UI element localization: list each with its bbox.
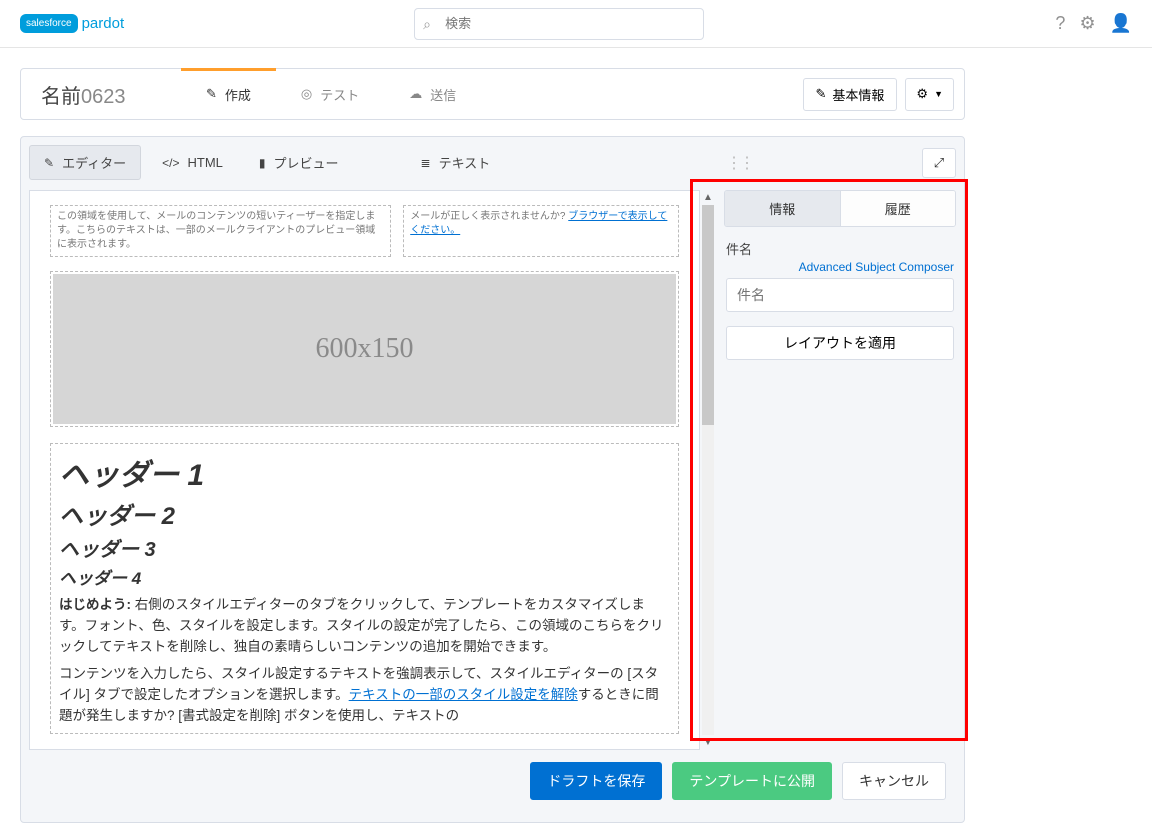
tool-html[interactable]: </> HTML xyxy=(147,147,238,178)
browser-view-region[interactable]: メールが正しく表示されませんか? ブラウザーで表示してください。 xyxy=(403,205,679,257)
compose-icon: ✎ xyxy=(206,86,217,102)
step-test-label: テスト xyxy=(320,85,359,104)
search-icon: ⌕ xyxy=(423,16,431,33)
unstyle-text-link[interactable]: テキストの一部のスタイル設定を解除 xyxy=(349,687,578,702)
scroll-track[interactable] xyxy=(702,205,714,735)
tool-preview[interactable]: ▮ プレビュー xyxy=(244,145,354,180)
pane-resize-handle[interactable]: ⋮⋮ xyxy=(718,153,760,173)
code-icon: </> xyxy=(162,156,179,170)
apply-layout-button[interactable]: レイアウトを適用 xyxy=(726,326,954,360)
tool-text-label: テキスト xyxy=(439,153,491,172)
subject-input[interactable] xyxy=(726,278,954,312)
topbar: salesforce pardot ⌕ ? ⚙ 👤 xyxy=(0,0,1152,48)
heading-1: ヘッダー 1 xyxy=(59,450,670,494)
tool-row: ✎ エディター </> HTML ▮ プレビュー ≣ テキスト ⋮⋮ ⤢ xyxy=(29,145,956,180)
p1-lead: はじめよう: xyxy=(59,597,131,612)
expand-button[interactable]: ⤢ xyxy=(922,148,956,178)
action-header: 名前0623 ✎ 作成 ◎ テスト ☁ 送信 ✎ 基本情報 ⚙ ▼ xyxy=(20,68,965,120)
search-input[interactable] xyxy=(414,8,704,40)
editor-icon: ✎ xyxy=(44,156,54,170)
heading-3: ヘッダー 3 xyxy=(59,533,670,562)
tool-html-label: HTML xyxy=(188,155,223,170)
workspace-panel: ✎ エディター </> HTML ▮ プレビュー ≣ テキスト ⋮⋮ ⤢ xyxy=(20,136,965,823)
subject-label: 件名 xyxy=(726,239,954,258)
pencil-icon: ✎ xyxy=(816,86,827,102)
body-text-region[interactable]: ヘッダー 1 ヘッダー 2 ヘッダー 3 ヘッダー 4 はじめよう: 右側のスタ… xyxy=(50,443,679,734)
heading-2: ヘッダー 2 xyxy=(59,496,670,531)
side-tabs: 情報 履歴 xyxy=(724,190,956,227)
settings-gear-icon[interactable]: ⚙ xyxy=(1079,13,1095,34)
scroll-thumb[interactable] xyxy=(702,205,714,425)
body-paragraph-1: はじめよう: 右側のスタイルエディターのタブをクリックして、テンプレートをカスタ… xyxy=(59,595,670,658)
step-compose-label: 作成 xyxy=(225,85,251,104)
top-right-icons: ? ⚙ 👤 xyxy=(1055,13,1132,34)
header-actions: ✎ 基本情報 ⚙ ▼ xyxy=(803,78,965,111)
footer-actions: ドラフトを保存 テンプレートに公開 キャンセル xyxy=(29,750,956,814)
test-icon: ◎ xyxy=(301,86,312,102)
step-compose[interactable]: ✎ 作成 xyxy=(181,69,276,119)
step-test[interactable]: ◎ テスト xyxy=(276,69,384,119)
tool-preview-label: プレビュー xyxy=(274,153,339,172)
tool-editor-label: エディター xyxy=(62,153,126,172)
hero-placeholder: 600x150 xyxy=(53,274,676,424)
scroll-down-arrow[interactable]: ▼ xyxy=(703,737,713,748)
send-icon: ☁ xyxy=(409,86,422,102)
tool-text[interactable]: ≣ テキスト xyxy=(406,145,506,180)
publish-template-button[interactable]: テンプレートに公開 xyxy=(672,762,832,800)
hero-image-region[interactable]: 600x150 xyxy=(50,271,679,427)
global-search: ⌕ xyxy=(414,8,704,40)
user-icon[interactable]: 👤 xyxy=(1110,13,1132,34)
teaser-text-region[interactable]: この領域を使用して、メールのコンテンツの短いティーザーを指定します。こちらのテキ… xyxy=(50,205,391,257)
advanced-subject-link[interactable]: Advanced Subject Composer xyxy=(726,260,954,274)
file-icon: ▮ xyxy=(259,156,266,170)
gear-icon: ⚙ xyxy=(916,86,928,102)
settings-dropdown-button[interactable]: ⚙ ▼ xyxy=(905,78,954,111)
caret-down-icon: ▼ xyxy=(934,89,943,99)
page-title: 名前0623 xyxy=(21,80,181,109)
product-name: pardot xyxy=(82,15,125,32)
browser-view-lead: メールが正しく表示されませんか? xyxy=(410,211,568,222)
expand-icon: ⤢ xyxy=(934,155,944,171)
title-suffix: 0623 xyxy=(81,86,126,108)
salesforce-logo: salesforce xyxy=(20,14,78,33)
editor-canvas[interactable]: この領域を使用して、メールのコンテンツの短いティーザーを指定します。こちらのテキ… xyxy=(29,190,700,750)
basic-info-button[interactable]: ✎ 基本情報 xyxy=(803,78,898,111)
body-paragraph-2: コンテンツを入力したら、スタイル設定するテキストを強調表示して、スタイルエディタ… xyxy=(59,664,670,727)
title-prefix: 名前 xyxy=(41,86,81,108)
tool-editor[interactable]: ✎ エディター xyxy=(29,145,141,180)
heading-4: ヘッダー 4 xyxy=(59,564,670,589)
step-send[interactable]: ☁ 送信 xyxy=(384,69,481,119)
step-send-label: 送信 xyxy=(430,85,456,104)
side-tab-history[interactable]: 履歴 xyxy=(840,191,956,226)
cancel-button[interactable]: キャンセル xyxy=(842,762,946,800)
help-icon[interactable]: ? xyxy=(1055,13,1065,34)
side-tab-info[interactable]: 情報 xyxy=(725,191,840,226)
basic-info-label: 基本情報 xyxy=(832,85,884,104)
save-draft-button[interactable]: ドラフトを保存 xyxy=(530,762,662,800)
p1-rest: 右側のスタイルエディターのタブをクリックして、テンプレートをカスタマイズします。… xyxy=(59,597,664,654)
list-icon: ≣ xyxy=(421,156,431,170)
scroll-up-arrow[interactable]: ▲ xyxy=(703,192,713,203)
side-panel: 情報 履歴 件名 Advanced Subject Composer レイアウト… xyxy=(716,190,956,750)
canvas-scrollbar[interactable]: ▲ ▼ xyxy=(700,190,716,750)
step-tabs: ✎ 作成 ◎ テスト ☁ 送信 xyxy=(181,69,481,119)
